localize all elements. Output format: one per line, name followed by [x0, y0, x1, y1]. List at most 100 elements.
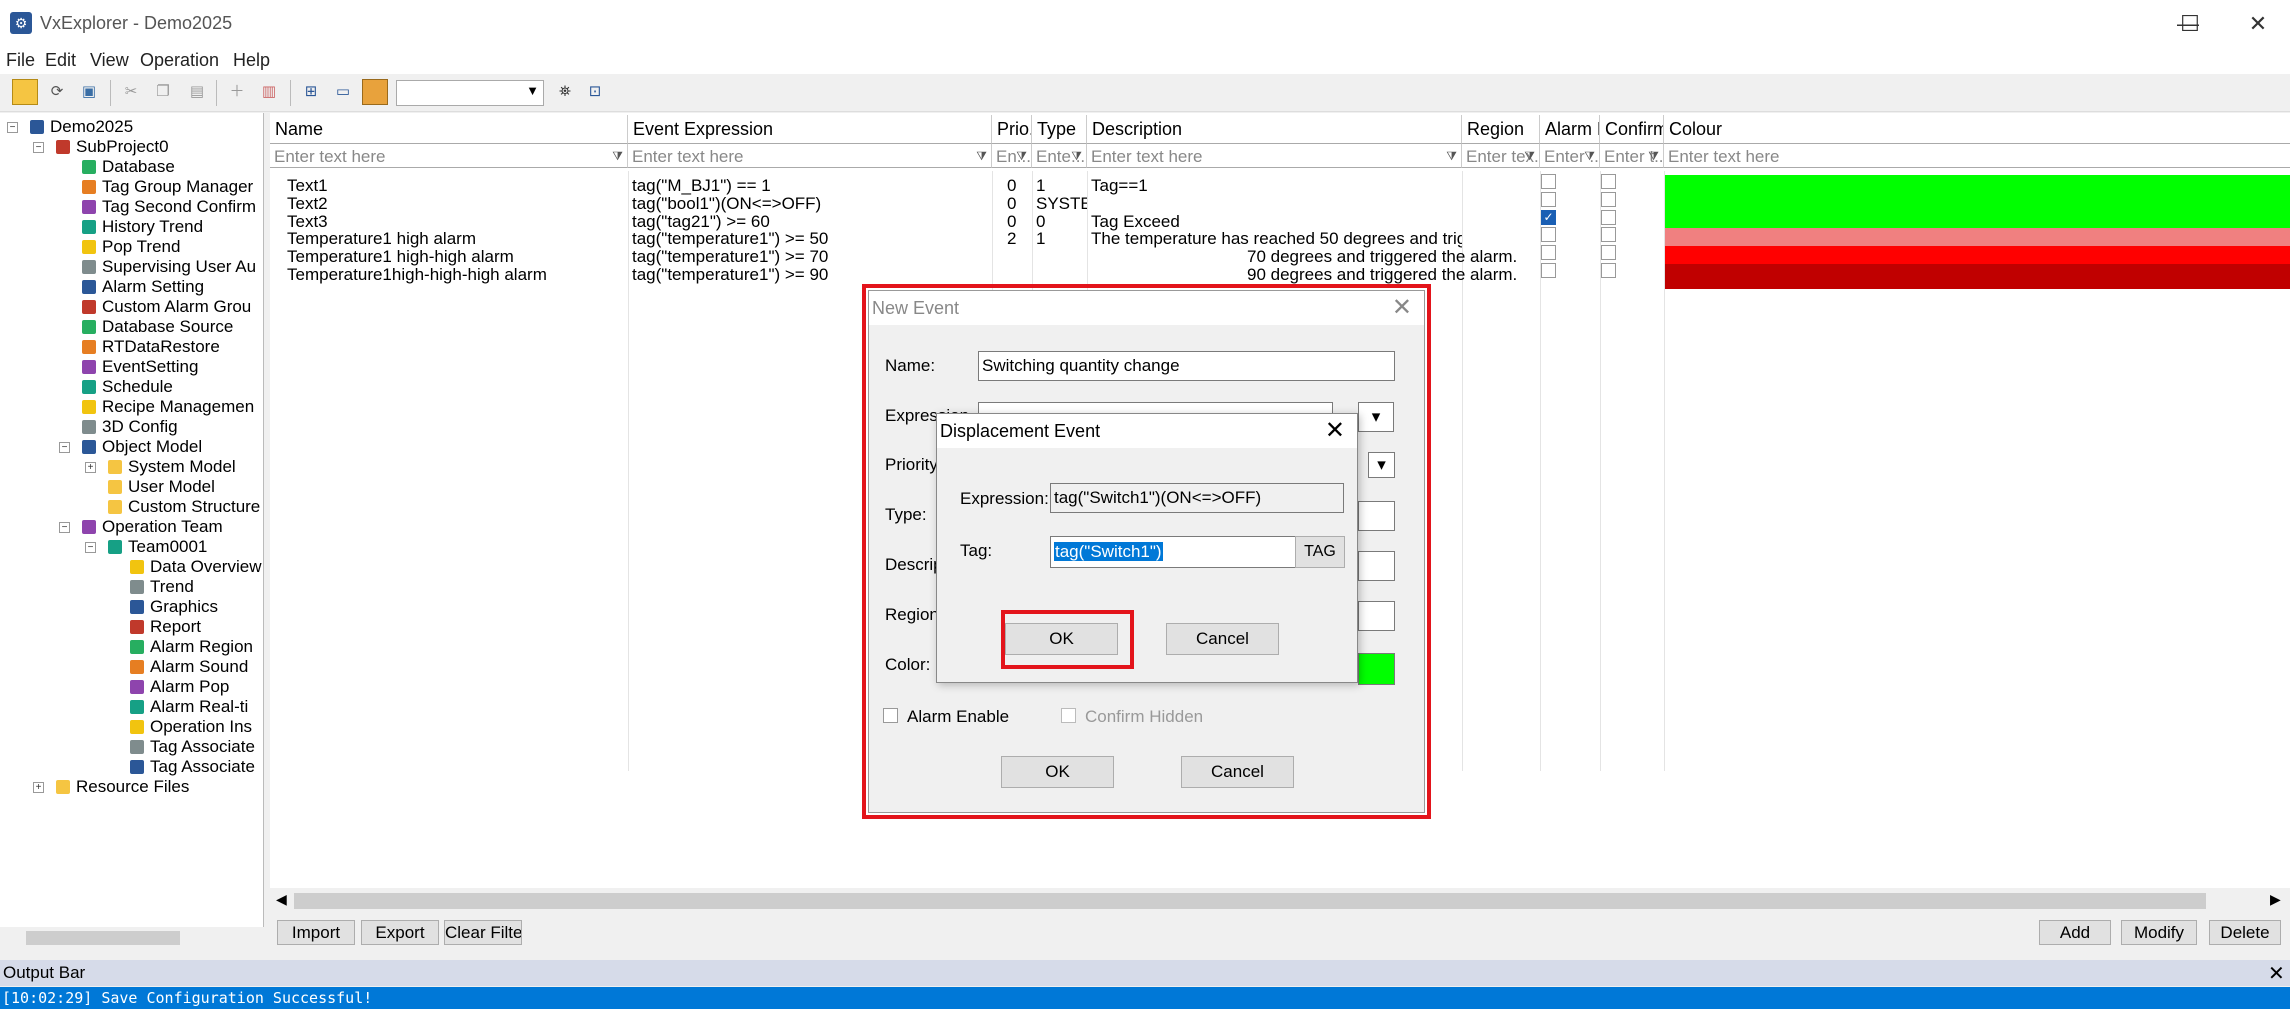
- tree-expander[interactable]: −: [59, 442, 70, 453]
- alarm-enable-checkbox[interactable]: [1541, 245, 1556, 260]
- tree-item[interactable]: Trend: [130, 577, 194, 597]
- tree-item[interactable]: Operation Ins: [130, 717, 252, 737]
- alarm-enable-checkbox[interactable]: [1541, 227, 1556, 242]
- paste-icon[interactable]: ▤: [184, 79, 210, 105]
- close-button[interactable]: ✕: [2228, 6, 2288, 42]
- binoculars-icon[interactable]: ⛯: [552, 79, 578, 105]
- filter-input-priority[interactable]: En... ⧩: [992, 143, 1032, 168]
- filter-icon[interactable]: ⧩: [612, 144, 623, 167]
- tree-item[interactable]: Database: [82, 157, 175, 177]
- tree-expander[interactable]: −: [7, 122, 18, 133]
- hierarchy-icon[interactable]: ⊞: [298, 79, 324, 105]
- confirm-hidden-checkbox[interactable]: [1601, 227, 1616, 242]
- alarm-enable-checkbox[interactable]: [1541, 174, 1556, 189]
- menu-view[interactable]: View: [90, 50, 129, 71]
- filter-input-colour[interactable]: Enter text here: [1664, 143, 2290, 168]
- tree-expander[interactable]: −: [59, 522, 70, 533]
- clear-filter-button[interactable]: Clear Filter: [444, 920, 522, 945]
- delete-icon[interactable]: ▥: [256, 79, 282, 105]
- add-icon[interactable]: ＋: [224, 79, 250, 105]
- filter-input-confirm-hidden[interactable]: Enter t... ⧩: [1600, 143, 1664, 168]
- tree-item[interactable]: Database Source: [82, 317, 233, 337]
- add-button[interactable]: Add: [2039, 920, 2111, 945]
- tree-item[interactable]: User Model: [108, 477, 215, 497]
- column-header-description[interactable]: Description: [1087, 115, 1462, 143]
- save-icon[interactable]: ▣: [76, 79, 102, 105]
- tree-item[interactable]: Graphics: [130, 597, 218, 617]
- tree-item[interactable]: Tag Group Manager: [82, 177, 253, 197]
- menu-help[interactable]: Help: [233, 50, 270, 71]
- toolbar-combo[interactable]: ▼: [396, 80, 544, 106]
- alarm-enable-checkbox[interactable]: [1541, 263, 1556, 278]
- alarm-enable-checkbox[interactable]: [1541, 192, 1556, 207]
- tree-item[interactable]: Recipe Managemen: [82, 397, 254, 417]
- filter-icon[interactable]: ⧩: [1524, 144, 1535, 167]
- column-header-confirm-hidden[interactable]: Confirm ...: [1600, 115, 1664, 143]
- tree-item[interactable]: Demo2025: [30, 117, 133, 137]
- column-header-expression[interactable]: Event Expression: [628, 115, 992, 143]
- menu-file[interactable]: File: [6, 50, 35, 71]
- tree-item[interactable]: Pop Trend: [82, 237, 180, 257]
- modify-button[interactable]: Modify: [2121, 920, 2197, 945]
- filter-icon[interactable]: ⧩: [1648, 144, 1659, 167]
- tree-horizontal-scrollbar[interactable]: [0, 927, 264, 949]
- filter-input-type[interactable]: Ente... ⧩: [1032, 143, 1087, 168]
- column-header-region[interactable]: Region: [1462, 115, 1540, 143]
- filter-icon[interactable]: ⧩: [1584, 144, 1595, 167]
- alarm-enable-checkbox[interactable]: ✓: [1541, 210, 1556, 225]
- column-header-priority[interactable]: Prio...: [992, 115, 1032, 143]
- scroll-thumb[interactable]: [294, 893, 2206, 909]
- tag-field[interactable]: tag("Switch1"): [1050, 536, 1296, 568]
- tree-expander[interactable]: +: [85, 462, 96, 473]
- tree-item[interactable]: EventSetting: [82, 357, 198, 377]
- column-header-name[interactable]: Name: [270, 115, 628, 143]
- import-button[interactable]: Import: [277, 920, 355, 945]
- tree-item[interactable]: Team0001: [108, 537, 207, 557]
- filter-input-alarm-enable[interactable]: Enter ... ⧩: [1540, 143, 1600, 168]
- confirm-hidden-checkbox[interactable]: [1601, 192, 1616, 207]
- tree-item[interactable]: Alarm Setting: [82, 277, 204, 297]
- filter-input-region[interactable]: Enter tex... ⧩: [1462, 143, 1540, 168]
- tree-item[interactable]: 3D Config: [82, 417, 178, 437]
- column-header-type[interactable]: Type: [1032, 115, 1087, 143]
- tree-item[interactable]: Operation Team: [82, 517, 223, 537]
- export-button[interactable]: Export: [361, 920, 439, 945]
- filter-icon[interactable]: ⧩: [1016, 144, 1027, 167]
- tree-item[interactable]: Data Overview: [130, 557, 261, 577]
- monitor-icon[interactable]: ▭: [330, 79, 356, 105]
- tree-item[interactable]: Alarm Sound: [130, 657, 248, 677]
- close-icon[interactable]: ✕: [1325, 414, 1345, 448]
- scroll-left-icon[interactable]: ◀: [276, 891, 287, 908]
- filter-input-expression[interactable]: Enter text here ⧩: [628, 143, 992, 168]
- screen-settings-icon[interactable]: ⊡: [582, 79, 608, 105]
- cancel-button[interactable]: Cancel: [1166, 623, 1279, 655]
- menu-operation[interactable]: Operation: [140, 50, 219, 71]
- confirm-hidden-checkbox[interactable]: [1601, 210, 1616, 225]
- tree-item[interactable]: System Model: [108, 457, 236, 477]
- tag-picker-button[interactable]: TAG: [1295, 536, 1345, 568]
- tree-item[interactable]: RTDataRestore: [82, 337, 220, 357]
- tree-item[interactable]: SubProject0: [56, 137, 169, 157]
- table-horizontal-scrollbar[interactable]: ◀ ▶: [270, 888, 2290, 914]
- tree-item[interactable]: Alarm Pop: [130, 677, 229, 697]
- menu-edit[interactable]: Edit: [45, 50, 76, 71]
- scroll-right-icon[interactable]: ▶: [2270, 891, 2281, 908]
- confirm-hidden-checkbox[interactable]: [1601, 174, 1616, 189]
- tree-item[interactable]: History Trend: [82, 217, 203, 237]
- copy-icon[interactable]: ❐: [150, 79, 176, 105]
- tree-item[interactable]: Tag Second Confirm: [82, 197, 256, 217]
- filter-icon[interactable]: ⧩: [1446, 144, 1457, 167]
- filter-input-name[interactable]: Enter text here ⧩: [270, 143, 628, 168]
- refresh-icon[interactable]: ⟳: [44, 79, 70, 105]
- column-header-colour[interactable]: Colour: [1664, 115, 2290, 143]
- tree-item[interactable]: Tag Associate: [130, 757, 255, 777]
- tree-expander[interactable]: −: [85, 542, 96, 553]
- confirm-hidden-checkbox[interactable]: [1601, 245, 1616, 260]
- tree-expander[interactable]: −: [33, 142, 44, 153]
- tree-item[interactable]: Custom Structure: [108, 497, 260, 517]
- tree-item[interactable]: Alarm Real-ti: [130, 697, 248, 717]
- minimize-button-2[interactable]: [2090, 6, 2150, 42]
- tree-item[interactable]: Schedule: [82, 377, 173, 397]
- cut-icon[interactable]: ✂: [118, 79, 144, 105]
- tree-item[interactable]: Tag Associate: [130, 737, 255, 757]
